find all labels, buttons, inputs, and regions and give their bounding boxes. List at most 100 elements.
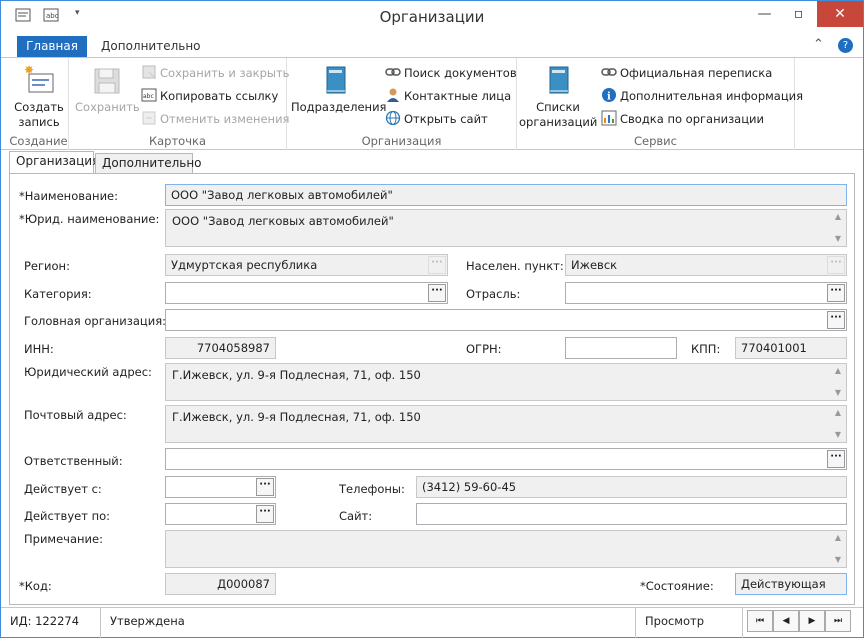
save-button[interactable]: Сохранить bbox=[75, 64, 140, 115]
view-mode: Просмотр bbox=[636, 608, 743, 638]
tab-organization[interactable]: Организация bbox=[9, 151, 99, 174]
extra-info-button[interactable]: i Дополнительная информация bbox=[601, 87, 803, 107]
new-card-icon: ✸ bbox=[23, 63, 55, 96]
valid-to-calendar-button[interactable]: ··· bbox=[256, 505, 274, 523]
parent-org-label: Головная организация: bbox=[24, 314, 167, 328]
site-label: Сайт: bbox=[339, 509, 373, 523]
legal-name-label: *Юрид. наименование: bbox=[19, 212, 160, 226]
postal-address-field[interactable]: Г.Ижевск, ул. 9-я Подлесная, 71, оф. 150… bbox=[165, 405, 847, 443]
copy-link-button[interactable]: abc Копировать ссылку bbox=[141, 87, 278, 107]
next-record-button[interactable]: ▶ bbox=[799, 610, 825, 632]
org-lists-button[interactable]: Списки организаций bbox=[519, 64, 597, 130]
tab-additional[interactable]: Дополнительно bbox=[95, 153, 202, 174]
phones-field[interactable]: (3412) 59-60-45 bbox=[416, 476, 847, 498]
postal-address-label: Почтовый адрес: bbox=[24, 408, 127, 422]
scroll-up-icon[interactable]: ▲ bbox=[833, 366, 843, 376]
group-label-service: Сервис bbox=[634, 134, 677, 148]
scroll-up-icon[interactable]: ▲ bbox=[833, 212, 843, 222]
group-label-create: Создание bbox=[9, 134, 68, 148]
scroll-down-icon[interactable]: ▼ bbox=[833, 555, 843, 565]
locality-value: Ижевск bbox=[571, 258, 618, 272]
name-field[interactable]: ООО "Завод легковых автомобилей" bbox=[165, 184, 847, 206]
valid-to-field[interactable]: ··· bbox=[165, 503, 276, 525]
scroll-up-icon[interactable]: ▲ bbox=[833, 533, 843, 543]
undo-icon bbox=[141, 110, 157, 126]
scroll-down-icon[interactable]: ▼ bbox=[833, 388, 843, 398]
book-icon bbox=[319, 64, 351, 96]
create-label-2: запись bbox=[18, 115, 60, 129]
region-field[interactable]: Удмуртская республика ··· bbox=[165, 254, 448, 276]
state-field[interactable]: Действующая bbox=[735, 573, 847, 595]
close-button[interactable]: ✕ bbox=[817, 1, 863, 27]
contacts-button[interactable]: Контактные лица bbox=[385, 87, 511, 107]
note-field[interactable]: ▲ ▼ bbox=[165, 530, 847, 568]
inn-label: ИНН: bbox=[24, 342, 54, 356]
site-field[interactable] bbox=[416, 503, 847, 525]
locality-select-button[interactable]: ··· bbox=[827, 256, 845, 274]
subdivisions-label: Подразделения bbox=[291, 100, 387, 114]
inn-field[interactable]: 7704058987 bbox=[165, 337, 276, 359]
state-label: *Состояние: bbox=[640, 579, 714, 593]
kpp-label: КПП: bbox=[691, 342, 721, 356]
chain-link-icon bbox=[385, 64, 401, 80]
first-record-button[interactable]: ⏮ bbox=[747, 610, 773, 632]
scroll-down-icon[interactable]: ▼ bbox=[833, 430, 843, 440]
responsible-label: Ответственный: bbox=[24, 454, 123, 468]
code-field[interactable]: Д000087 bbox=[165, 573, 276, 595]
region-label: Регион: bbox=[24, 259, 70, 273]
valid-from-field[interactable]: ··· bbox=[165, 476, 276, 498]
prev-record-button[interactable]: ◀ bbox=[773, 610, 799, 632]
search-documents-button[interactable]: Поиск документов bbox=[385, 64, 517, 84]
create-label-1: Создать bbox=[14, 100, 64, 114]
category-select-button[interactable]: ··· bbox=[428, 284, 446, 302]
scroll-down-icon[interactable]: ▼ bbox=[833, 234, 843, 244]
undo-changes-button[interactable]: Отменить изменения bbox=[141, 110, 289, 130]
parent-org-select-button[interactable]: ··· bbox=[827, 311, 845, 329]
tab-extra[interactable]: Дополнительно bbox=[89, 36, 213, 58]
industry-field[interactable]: ··· bbox=[565, 282, 847, 304]
scroll-up-icon[interactable]: ▲ bbox=[833, 408, 843, 418]
open-site-button[interactable]: Открыть сайт bbox=[385, 110, 488, 130]
bar-chart-icon bbox=[601, 110, 617, 126]
org-summary-button[interactable]: Сводка по организации bbox=[601, 110, 764, 130]
kpp-field[interactable]: 770401001 bbox=[735, 337, 847, 359]
valid-from-calendar-button[interactable]: ··· bbox=[256, 478, 274, 496]
help-icon[interactable]: ? bbox=[838, 38, 853, 53]
svg-text:i: i bbox=[607, 92, 611, 103]
collapse-ribbon-icon[interactable]: ⌃ bbox=[813, 37, 824, 52]
group-org: Подразделения Поиск документов Контактны… bbox=[287, 58, 517, 150]
ogrn-field[interactable] bbox=[565, 337, 677, 359]
save-label: Сохранить bbox=[75, 100, 140, 114]
window: abc ▾ Организации — ▫ ✕ Главная Дополнит… bbox=[0, 0, 864, 638]
locality-field[interactable]: Ижевск ··· bbox=[565, 254, 847, 276]
category-label: Категория: bbox=[24, 287, 92, 301]
correspondence-button[interactable]: Официальная переписка bbox=[601, 64, 772, 84]
responsible-field[interactable]: ··· bbox=[165, 448, 847, 470]
last-record-button[interactable]: ⏭ bbox=[825, 610, 851, 632]
maximize-button[interactable]: ▫ bbox=[782, 1, 815, 27]
responsible-select-button[interactable]: ··· bbox=[827, 450, 845, 468]
region-select-button[interactable]: ··· bbox=[428, 256, 446, 274]
minimize-button[interactable]: — bbox=[748, 1, 781, 27]
locality-label: Населен. пункт: bbox=[466, 259, 564, 273]
form-panel: *Наименование: ООО "Завод легковых автом… bbox=[9, 173, 855, 605]
legal-address-field[interactable]: Г.Ижевск, ул. 9-я Подлесная, 71, оф. 150… bbox=[165, 363, 847, 401]
category-field[interactable]: ··· bbox=[165, 282, 448, 304]
industry-select-button[interactable]: ··· bbox=[827, 284, 845, 302]
svg-text:abc: abc bbox=[143, 93, 154, 100]
record-status: Утверждена bbox=[101, 608, 636, 638]
title-bar: abc ▾ Организации — ▫ ✕ bbox=[1, 1, 863, 32]
create-record-button[interactable]: ✸ Создать запись bbox=[11, 63, 67, 130]
subdivisions-button[interactable]: Подразделения bbox=[291, 64, 387, 115]
tab-home[interactable]: Главная bbox=[17, 36, 87, 58]
info-icon: i bbox=[601, 87, 617, 103]
org-lists-label-1: Списки bbox=[536, 100, 580, 114]
name-label: *Наименование: bbox=[19, 189, 118, 203]
save-close-button[interactable]: Сохранить и закрыть bbox=[141, 64, 289, 84]
parent-org-field[interactable]: ··· bbox=[165, 309, 847, 331]
ribbon: ✸ Создать запись Создание Сохранить Сохр… bbox=[1, 57, 863, 150]
code-label: *Код: bbox=[19, 579, 52, 593]
legal-name-field[interactable]: ООО "Завод легковых автомобилей" ▲ ▼ bbox=[165, 209, 847, 247]
globe-icon bbox=[385, 110, 401, 126]
legal-address-label: Юридический адрес: bbox=[24, 365, 152, 379]
